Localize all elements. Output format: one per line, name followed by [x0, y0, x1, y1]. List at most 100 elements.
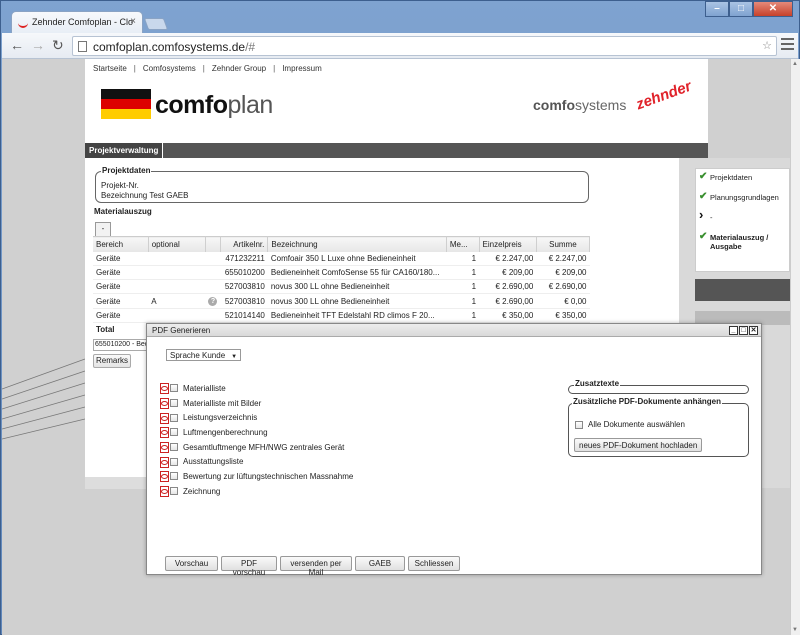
materialauszug-title: Materialauszug [94, 207, 152, 216]
cell-help[interactable]: ? [205, 293, 221, 309]
vertical-scrollbar[interactable]: ▲ ▼ [790, 59, 800, 635]
select-all-row[interactable]: Alle Dokumente auswählen [575, 420, 685, 429]
cell-artikel: 521014140 [220, 308, 268, 323]
checkbox[interactable] [170, 413, 178, 422]
zehnder-logo: zehnder [633, 77, 694, 114]
vorschau-button[interactable]: Vorschau [165, 556, 218, 571]
option-label: Leistungsverzeichnis [183, 413, 258, 423]
cell-summe: € 2.247,00 [536, 252, 590, 266]
browser-menu-icon[interactable] [781, 38, 794, 50]
dialog-close-button[interactable]: ✕ [749, 326, 758, 335]
maximize-button[interactable]: □ [729, 1, 753, 17]
cell-optional [148, 252, 206, 266]
page-icon [78, 41, 87, 52]
cell-menge: 1 [446, 308, 480, 323]
zusatztexte-box[interactable]: Zusatztexte [568, 379, 749, 394]
select-all-checkbox[interactable] [575, 420, 583, 429]
dialog-minimize-button[interactable]: _ [729, 326, 738, 335]
col-bezeichnung[interactable]: Bezeichnung [267, 236, 447, 252]
help-icon[interactable]: ? [208, 297, 218, 306]
step-projektdaten[interactable]: ✔ Projektdaten [698, 172, 787, 183]
col-einzelpreis[interactable]: Einzelpreis [479, 236, 537, 252]
checkbox[interactable] [170, 443, 178, 452]
reload-icon[interactable]: ↻ [52, 38, 64, 52]
checkbox[interactable] [170, 384, 178, 393]
cell-bereich: Geräte [93, 279, 149, 294]
cell-summe: € 209,00 [536, 265, 590, 280]
option-gesamtluftmenge[interactable]: Gesamtluftmenge MFH/NWG zentrales Gerät [159, 440, 353, 455]
option-label: Materialliste mit Bilder [183, 398, 262, 408]
table-row[interactable]: Geräte 521014140 Bedieneinheit TFT Edels… [93, 308, 590, 323]
minimize-button[interactable]: – [705, 1, 729, 17]
new-tab-button[interactable] [143, 18, 169, 30]
close-window-button[interactable]: ✕ [753, 1, 793, 17]
step-label: Materialauszug / Ausgabe [710, 233, 769, 251]
table-row[interactable]: Geräte 471232211 Comfoair 350 L Luxe ohn… [93, 252, 590, 266]
col-help[interactable] [205, 236, 222, 252]
forward-arrow-icon[interactable]: → [31, 38, 45, 52]
option-ausstattungsliste[interactable]: Ausstattungsliste [159, 454, 353, 469]
step-nav: ✔ Projektdaten ✔ Planungsgrundlagen › - … [695, 168, 790, 272]
pdf-icon [159, 471, 169, 483]
col-optional[interactable]: optional [148, 236, 206, 252]
language-select[interactable]: Sprache Kunde ▼ [166, 349, 242, 361]
pdf-icon [159, 412, 169, 424]
option-materialliste[interactable]: Materialliste [159, 381, 353, 396]
remarks-button[interactable]: Remarks [93, 354, 131, 368]
dialog-maximize-button[interactable]: □ [739, 326, 748, 335]
nav-impressum[interactable]: Impressum [282, 64, 322, 73]
versenden-per-mail-button[interactable]: versenden per Mail [280, 556, 352, 577]
cell-bereich: Geräte [93, 293, 149, 309]
option-luftmengenberechnung[interactable]: Luftmengenberechnung [159, 425, 353, 440]
dialog-titlebar[interactable]: PDF Generieren _ □ ✕ [147, 324, 761, 337]
checkbox[interactable] [170, 457, 178, 466]
checkbox[interactable] [170, 487, 178, 496]
table-row[interactable]: Geräte 655010200 Bedieneinheit ComfoSens… [93, 265, 590, 280]
cell-help [205, 252, 221, 266]
cell-menge: 1 [446, 265, 480, 280]
pdf-vorschau-button[interactable]: PDF vorschau [221, 556, 277, 577]
tab-close-icon[interactable]: × [130, 16, 136, 27]
step-current[interactable]: › - [698, 208, 787, 222]
materialauszug-tab[interactable]: - [95, 222, 111, 236]
scroll-down-icon[interactable]: ▼ [792, 627, 798, 633]
scroll-up-icon[interactable]: ▲ [792, 61, 798, 67]
step-label: Planungsgrundlagen [710, 193, 779, 202]
option-zeichnung[interactable]: Zeichnung [159, 484, 353, 499]
gaeb-button[interactable]: GAEB [355, 556, 405, 571]
upload-pdf-button[interactable]: neues PDF-Dokument hochladen [574, 438, 703, 452]
table-row[interactable]: Geräte A ? 527003810 novus 300 LL ohne B… [93, 293, 590, 309]
schliessen-button[interactable]: Schliessen [408, 556, 460, 571]
option-label: Bewertung zur lüftungstechnischen Massna… [183, 471, 354, 481]
nav-comfosystems[interactable]: Comfosystems [143, 64, 196, 73]
cell-help [205, 308, 221, 323]
col-menge[interactable]: Me... [446, 236, 480, 252]
nav-zehnder-group[interactable]: Zehnder Group [212, 64, 266, 73]
back-arrow-icon[interactable]: ← [10, 38, 24, 52]
sidebar-dark-panel [695, 279, 790, 301]
checkbox[interactable] [170, 428, 178, 437]
step-planungsgrundlagen[interactable]: ✔ Planungsgrundlagen [698, 192, 787, 203]
checkbox[interactable] [170, 399, 178, 408]
option-leistungsverzeichnis[interactable]: Leistungsverzeichnis [159, 410, 353, 425]
comfosystems-logo: comfosystems [533, 97, 627, 113]
zusatztexte-legend: Zusatztexte [574, 379, 621, 388]
col-summe[interactable]: Summe [536, 236, 591, 252]
col-artikelnr[interactable]: Artikelnr. [220, 236, 269, 252]
nav-startseite[interactable]: Startseite [93, 64, 127, 73]
option-bewertung[interactable]: Bewertung zur lüftungstechnischen Massna… [159, 469, 353, 484]
step-materialauszug[interactable]: ✔ Materialauszug / Ausgabe [698, 232, 787, 252]
option-materialliste-bilder[interactable]: Materialliste mit Bilder [159, 396, 353, 411]
cell-bezeichnung: Bedieneinheit TFT Edelstahl RD climos F … [267, 308, 447, 323]
checkbox[interactable] [170, 472, 178, 481]
bookmark-star-icon[interactable]: ☆ [762, 39, 772, 52]
tab-projektverwaltung[interactable]: Projektverwaltung [85, 143, 164, 158]
selected-article-field[interactable]: 655010200 - Bedieneinheit [93, 339, 151, 351]
option-label: Luftmengenberechnung [183, 427, 268, 437]
address-bar[interactable]: comfoplan.comfosystems.de/# ☆ [72, 36, 777, 56]
browser-tab[interactable]: Zehnder Comfoplan - Clo × [11, 11, 143, 33]
browser-window: Zehnder Comfoplan - Clo × – □ ✕ ← → ↻ co… [0, 0, 800, 635]
table-row[interactable]: Geräte 527003810 novus 300 LL ohne Bedie… [93, 279, 590, 294]
german-flag-icon [101, 89, 151, 119]
col-bereich[interactable]: Bereich [93, 236, 149, 252]
